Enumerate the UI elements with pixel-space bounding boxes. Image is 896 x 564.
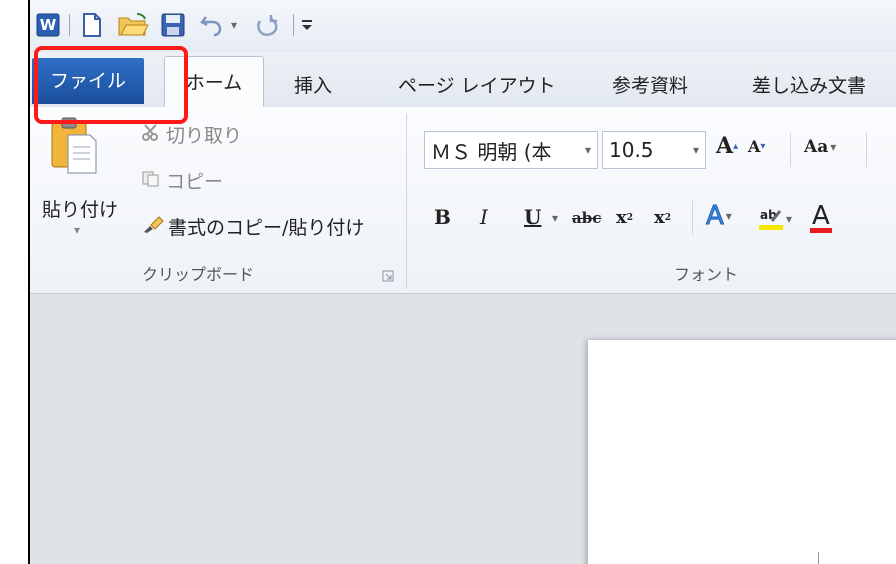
open-folder-icon[interactable] — [116, 10, 150, 40]
svg-text:W: W — [40, 16, 57, 34]
document-workspace — [30, 294, 896, 564]
font-name-dropdown-arrow[interactable]: ▾ — [585, 143, 597, 157]
toolbar-separator — [692, 201, 693, 235]
copy-button[interactable]: コピー — [142, 167, 223, 194]
paintbrush-icon — [142, 214, 164, 239]
toolbar-separator — [866, 133, 867, 167]
font-size-dropdown-arrow[interactable]: ▾ — [693, 143, 705, 157]
scissors-icon — [142, 123, 160, 146]
save-icon[interactable] — [158, 10, 188, 40]
change-case-icon[interactable]: Aa ▾ — [804, 137, 836, 157]
word-window: W ▾ ファイル ホーム 挿入 ページ レイアウト 参考資料 差し込み文書 貼り… — [28, 0, 896, 564]
shrink-font-icon[interactable]: A ▾ — [748, 137, 765, 156]
new-document-icon[interactable] — [78, 10, 106, 40]
font-group-label: フォント — [674, 265, 739, 284]
text-effects-icon[interactable]: A ▾ — [706, 201, 732, 232]
font-name-value: ＭＳ 明朝 (本 — [431, 139, 552, 164]
paste-label: 貼り付け — [42, 199, 119, 221]
ribbon-home: 貼り付け ▾ 切り取り コピー 書式のコピー/貼り付け クリップボード ＭＳ 明… — [30, 107, 896, 294]
font-color-icon[interactable]: A — [810, 201, 832, 233]
customize-toolbar-icon[interactable] — [298, 10, 316, 40]
text-cursor — [818, 552, 819, 564]
grow-font-icon[interactable]: A ▴ — [716, 133, 738, 159]
format-painter-button[interactable]: 書式のコピー/貼り付け — [142, 213, 364, 240]
cut-button[interactable]: 切り取り — [142, 121, 242, 148]
quick-access-toolbar: W ▾ — [30, 0, 896, 52]
paste-button[interactable]: 貼り付け — [42, 195, 118, 222]
paste-dropdown-arrow[interactable]: ▾ — [74, 223, 80, 237]
strikethrough-icon[interactable]: abc — [572, 209, 601, 227]
undo-dropdown-arrow[interactable]: ▾ — [228, 10, 240, 40]
tab-mailings[interactable]: 差し込み文書 — [752, 66, 866, 106]
copy-label: コピー — [166, 171, 224, 193]
highlight-icon[interactable]: ab ▾ — [758, 205, 792, 233]
tab-references[interactable]: 参考資料 — [612, 66, 688, 106]
cut-label: 切り取り — [166, 125, 243, 147]
font-name-combobox[interactable]: ＭＳ 明朝 (本 ▾ — [424, 131, 598, 169]
group-separator — [406, 113, 407, 289]
underline-icon[interactable]: U — [524, 205, 541, 229]
undo-icon[interactable] — [196, 10, 226, 40]
format-painter-label: 書式のコピー/貼り付け — [168, 217, 365, 239]
subscript-icon[interactable]: x2 — [616, 207, 633, 228]
clipboard-dialog-launcher-icon[interactable] — [382, 267, 394, 286]
toolbar-separator — [66, 10, 72, 40]
toolbar-separator — [290, 10, 296, 40]
copy-icon — [142, 169, 160, 192]
tab-page-layout[interactable]: ページ レイアウト — [398, 66, 556, 106]
italic-icon[interactable]: I — [480, 205, 488, 229]
redo-icon[interactable] — [252, 10, 282, 40]
clipboard-group-label: クリップボード — [142, 265, 255, 284]
file-tab-highlight-box — [34, 46, 188, 124]
document-page[interactable] — [588, 340, 896, 564]
font-size-combobox[interactable]: 10.5 ▾ — [602, 131, 706, 169]
tab-insert[interactable]: 挿入 — [294, 66, 332, 106]
superscript-icon[interactable]: x2 — [654, 207, 671, 228]
font-size-value: 10.5 — [609, 138, 654, 162]
word-logo[interactable]: W — [34, 10, 62, 40]
toolbar-separator — [790, 133, 791, 167]
underline-dropdown-arrow[interactable]: ▾ — [552, 211, 558, 225]
bold-icon[interactable]: B — [434, 205, 451, 229]
